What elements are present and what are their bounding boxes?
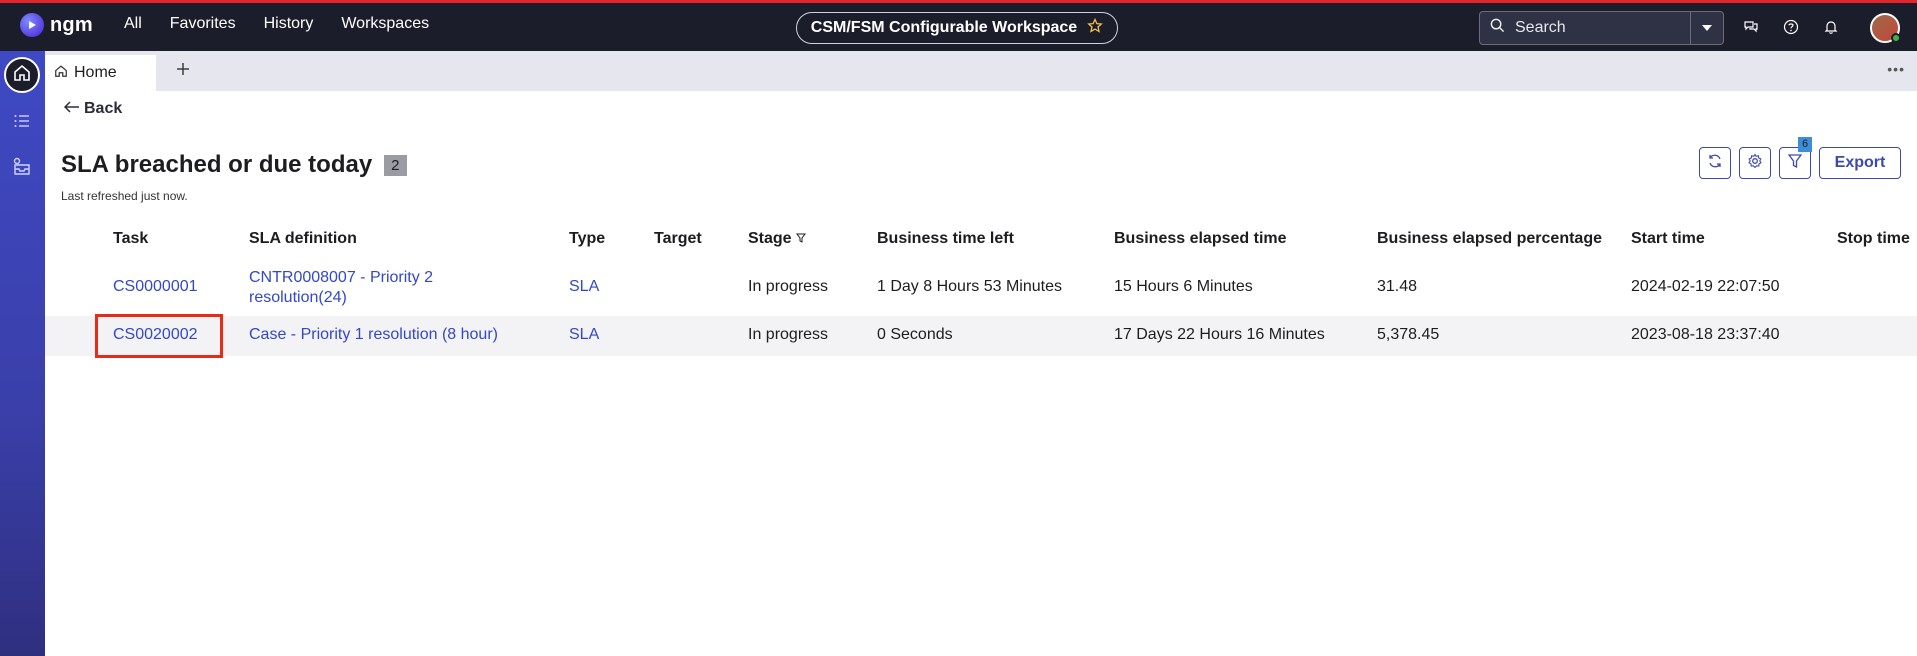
workspace-title: CSM/FSM Configurable Workspace [810,19,1078,36]
filter-count-badge: 6 [1798,137,1812,152]
search-scope-dropdown[interactable] [1691,12,1723,44]
inbox-icon [11,156,33,183]
column-header-business-elapsed-time[interactable]: Business elapsed time [1114,230,1287,248]
search-icon [1490,18,1505,38]
column-header-target[interactable]: Target [654,230,702,248]
record-count-badge: 2 [384,154,407,176]
task-link[interactable]: CS0000001 [113,278,198,296]
chat-icon[interactable] [1740,16,1762,38]
search-placeholder: Search [1515,19,1566,36]
business-elapsed-percentage-cell: 31.48 [1377,278,1418,295]
home-tab-icon [54,64,68,83]
help-icon[interactable] [1780,16,1802,38]
sla-definition-line: CNTR0008007 - Priority 2 [249,269,434,286]
rail-inbox[interactable] [4,151,40,187]
filter-icon [1787,153,1803,174]
sla-definition-line: resolution(24) [249,289,347,306]
gear-icon [1747,153,1763,174]
top-icon-group [1740,16,1842,38]
tab-home[interactable]: Home [45,55,156,91]
selection-highlight-box [95,314,223,358]
page-title-row: SLA breached or due today 2 [61,151,407,179]
column-header-task[interactable]: Task [113,230,148,248]
business-time-left-cell: 0 Seconds [877,326,953,343]
caret-down-icon [1701,19,1713,37]
tab-home-label: Home [74,64,117,81]
business-elapsed-percentage-cell: 5,378.45 [1377,326,1440,343]
business-elapsed-time-cell: 15 Hours 6 Minutes [1114,278,1253,295]
add-tab-button[interactable] [169,57,197,85]
column-header-business-elapsed-percentage[interactable]: Business elapsed percentage [1377,230,1602,248]
type-link[interactable]: SLA [569,326,599,344]
back-label: Back [84,100,123,117]
search-field[interactable]: Search [1480,12,1691,44]
sla-definition-link[interactable]: CNTR0008007 - Priority 2 resolution(24) [249,268,433,308]
back-link[interactable]: Back [63,100,123,118]
column-header-stage-label: Stage [748,230,792,247]
nav-favorites[interactable]: Favorites [170,15,236,33]
user-avatar[interactable] [1870,13,1901,43]
stage-cell: In progress [748,326,829,343]
business-elapsed-time-cell: 17 Days 22 Hours 16 Minutes [1114,326,1325,343]
filter-indicator-icon [795,230,806,248]
main-nav: All Favorites History Workspaces [124,15,429,33]
business-time-left-cell: 1 Day 8 Hours 53 Minutes [877,278,1062,295]
plus-icon [176,62,190,81]
refresh-icon [1707,153,1723,174]
column-header-stage[interactable]: Stage [748,230,806,248]
left-rail [0,51,45,656]
export-button[interactable]: Export [1819,147,1901,179]
column-header-type[interactable]: Type [569,230,605,248]
arrow-left-icon [63,100,80,118]
start-time-cell: 2023-08-18 23:37:40 [1631,326,1780,343]
nav-all[interactable]: All [124,15,142,33]
workspace-title-pill[interactable]: CSM/FSM Configurable Workspace [796,12,1118,44]
nav-workspaces[interactable]: Workspaces [341,15,429,33]
column-header-sla-definition[interactable]: SLA definition [249,230,357,248]
logo-text: ngm [50,13,93,36]
sla-definition-link[interactable]: Case - Priority 1 resolution (8 hour) [249,326,498,344]
rail-home[interactable] [4,57,40,93]
home-icon [12,63,32,88]
global-search[interactable]: Search [1479,11,1724,45]
column-header-start-time[interactable]: Start time [1631,230,1705,248]
last-refreshed-text: Last refreshed just now. [61,189,188,203]
rail-list[interactable] [4,105,40,141]
play-logo-icon [20,13,44,37]
type-link[interactable]: SLA [569,278,599,296]
tab-strip: Home ••• [45,51,1917,91]
stage-cell: In progress [748,278,829,295]
list-icon [12,111,32,136]
column-header-stop-time[interactable]: Stop time [1837,230,1910,248]
refresh-button[interactable] [1699,147,1731,179]
page-title: SLA breached or due today [61,151,373,178]
app-logo[interactable]: ngm [20,13,93,37]
start-time-cell: 2024-02-19 22:07:50 [1631,278,1780,295]
more-options-icon[interactable]: ••• [1887,61,1905,77]
online-status-dot [1891,33,1901,43]
nav-history[interactable]: History [264,15,314,33]
top-navigation-bar: ngm All Favorites History Workspaces CSM… [0,0,1917,51]
settings-button[interactable] [1739,147,1771,179]
column-header-business-time-left[interactable]: Business time left [877,230,1014,248]
star-icon[interactable] [1087,17,1104,39]
bell-icon[interactable] [1820,16,1842,38]
